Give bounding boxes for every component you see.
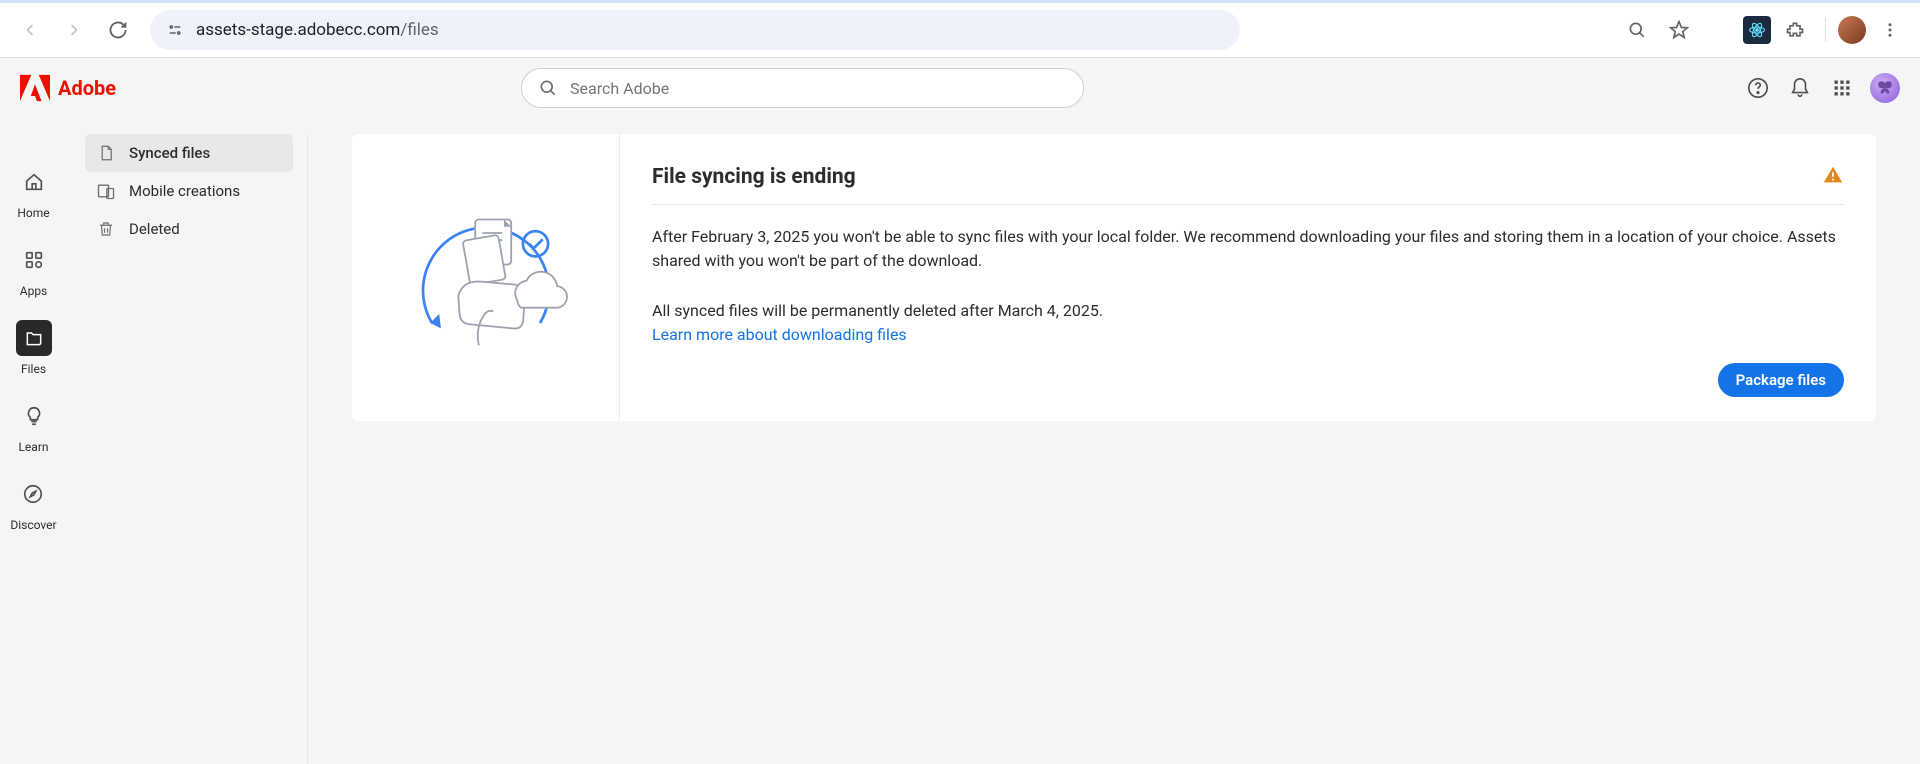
address-bar[interactable]: assets-stage.adobecc.com/files [150,10,1240,50]
subnav-mobile-creations[interactable]: Mobile creations [85,172,293,210]
devices-icon [95,180,117,202]
file-icon [95,142,117,164]
rail-label: Learn [18,440,48,454]
tune-icon [166,21,184,39]
subnav-deleted[interactable]: Deleted [85,210,293,248]
left-rail: Home Apps Files Learn Discover [0,58,67,764]
content-area: Synced files Mobile creations Deleted [67,118,1920,764]
zoom-button[interactable] [1619,12,1655,48]
sync-ending-banner: File syncing is ending After February 3,… [352,134,1876,421]
home-icon [23,171,45,193]
subnav-synced-files[interactable]: Synced files [85,134,293,172]
arrow-left-icon [20,20,40,40]
banner-actions: Package files [652,347,1844,397]
butterfly-icon [1875,78,1895,98]
compass-icon [22,483,44,505]
files-subnav: Synced files Mobile creations Deleted [67,134,308,764]
browser-back-button[interactable] [12,12,48,48]
puzzle-icon [1785,20,1805,40]
user-avatar[interactable] [1870,73,1900,103]
reload-icon [108,20,128,40]
package-files-button[interactable]: Package files [1718,363,1844,397]
kebab-icon [1881,21,1899,39]
banner-title-row: File syncing is ending [652,164,1844,205]
banner-deletion-text: All synced files will be permanently del… [652,301,1103,320]
banner-illustration [352,134,620,421]
magnify-icon [1627,20,1647,40]
rail-home[interactable]: Home [16,164,52,220]
site-info-icon[interactable] [164,19,186,41]
url-text: assets-stage.adobecc.com/files [196,20,439,40]
banner-body: File syncing is ending After February 3,… [620,134,1876,421]
notifications-button[interactable] [1786,74,1814,102]
brand-label: Adobe [58,76,116,100]
arrow-right-icon [64,20,84,40]
banner-paragraph-2: All synced files will be permanently del… [652,299,1844,347]
separator [1825,18,1826,42]
trash-icon [95,218,117,240]
star-icon [1669,20,1689,40]
subnav-label: Synced files [129,144,210,162]
apps-icon [23,249,45,271]
warning-icon [1822,164,1844,190]
header-actions [1744,73,1900,103]
rail-label: Apps [20,284,48,298]
banner-paragraph-1: After February 3, 2025 you won't be able… [652,225,1844,273]
browser-actions [1619,12,1908,48]
rail-apps[interactable]: Apps [16,242,52,298]
bell-icon [1789,77,1811,99]
search-input[interactable] [570,79,1067,98]
apps-grid-icon [1832,78,1852,98]
rail-files[interactable]: Files [16,320,52,376]
react-icon [1748,21,1766,39]
subnav-label: Deleted [129,220,180,238]
browser-menu-button[interactable] [1872,12,1908,48]
extensions-button[interactable] [1777,12,1813,48]
sync-illustration-icon [396,188,576,368]
rail-label: Files [21,362,46,376]
subnav-label: Mobile creations [129,182,240,200]
main-panel: File syncing is ending After February 3,… [308,134,1920,764]
react-devtools-extension[interactable] [1743,16,1771,44]
app-body: Home Apps Files Learn Discover Synced fi… [0,58,1920,764]
app-switcher-button[interactable] [1828,74,1856,102]
folder-icon [24,328,44,348]
browser-forward-button[interactable] [56,12,92,48]
banner-title: File syncing is ending [652,165,856,189]
browser-profile-avatar[interactable] [1838,16,1866,44]
rail-label: Home [17,206,49,220]
bookmark-button[interactable] [1661,12,1697,48]
search-bar[interactable] [521,68,1084,108]
learn-more-link[interactable]: Learn more about downloading files [652,325,907,344]
adobe-brand[interactable]: Adobe [20,74,116,102]
rail-learn[interactable]: Learn [16,398,52,454]
rail-label: Discover [10,518,56,532]
app-header: Adobe [0,58,1920,118]
help-button[interactable] [1744,74,1772,102]
browser-toolbar: assets-stage.adobecc.com/files [0,0,1920,58]
help-icon [1747,77,1769,99]
adobe-logo-icon [20,74,50,102]
browser-reload-button[interactable] [100,12,136,48]
search-icon [538,78,558,98]
rail-discover[interactable]: Discover [10,476,56,532]
lightbulb-icon [23,405,45,427]
